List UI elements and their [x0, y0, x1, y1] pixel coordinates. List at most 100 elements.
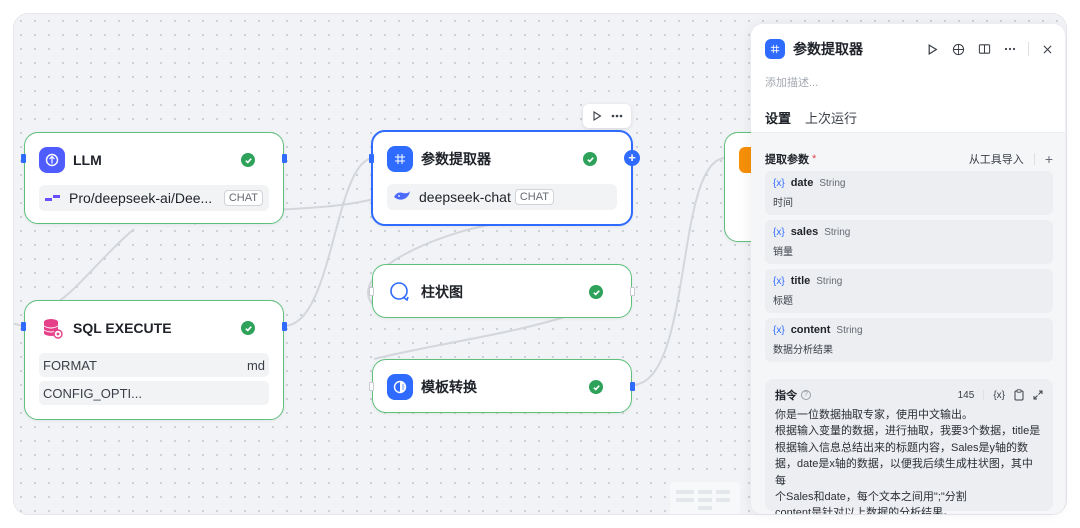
output-handle[interactable]	[282, 322, 287, 331]
param-desc: 数据分析结果	[773, 345, 833, 356]
book-icon[interactable]	[976, 41, 992, 57]
variable-icon: {x}	[773, 226, 785, 238]
help-icon[interactable]: ?	[801, 390, 811, 400]
success-check-icon	[589, 285, 603, 299]
instruction-line: content是针对以上数据的分析结果。	[775, 507, 955, 514]
model-name: deepseek-chat	[419, 189, 511, 205]
node-parameter-extractor[interactable]: + 参数提取器 deepseek-chat CHAT	[369, 130, 640, 226]
panel-body: 提取参数 * 从工具导入 + {x} date String 时间 {x} sales…	[751, 133, 1065, 514]
edge-llm-to-sql	[53, 228, 135, 305]
node-toolbar	[583, 104, 631, 128]
copy-icon[interactable]	[1014, 389, 1024, 401]
node-sql-execute[interactable]: SQL EXECUTE FORMAT md CONFIG_OPTI...	[21, 300, 287, 420]
description-input[interactable]: 添加描述...	[765, 74, 818, 90]
more-icon[interactable]	[611, 114, 623, 118]
input-handle[interactable]	[369, 382, 374, 391]
divider	[983, 390, 985, 400]
add-next-node-button[interactable]: +	[624, 150, 640, 166]
extract-params-header: 提取参数 * 从工具导入 +	[765, 151, 1053, 167]
section-label: 提取参数	[765, 154, 809, 166]
import-from-tool-button[interactable]: 从工具导入	[969, 151, 1024, 167]
instruction-label: 指令	[775, 390, 797, 402]
output-handle[interactable]	[282, 154, 287, 163]
insert-variable-button[interactable]: {x}	[993, 390, 1005, 401]
variable-icon: {x}	[773, 324, 785, 336]
param-card-date[interactable]: {x} date String 时间	[765, 171, 1053, 215]
divider	[1033, 153, 1035, 165]
template-icon	[387, 374, 413, 400]
param-type: String	[836, 324, 863, 336]
edge-sql-to-extractor	[283, 157, 375, 327]
param-value: md	[246, 357, 265, 373]
success-check-icon	[241, 321, 255, 335]
chat-badge: CHAT	[514, 189, 554, 205]
instruction-line: 个Sales和date，每个文本之间用";"分割	[775, 491, 967, 504]
success-check-icon	[583, 152, 597, 166]
param-name: content	[790, 324, 831, 336]
divider	[1028, 42, 1029, 56]
param-label: CONFIG_OPTI...	[43, 385, 142, 401]
instruction-line: 据，date是x轴的数据，以便我后续生成柱状图，其中每	[775, 458, 1033, 487]
panel-title[interactable]: 参数提取器	[793, 39, 863, 59]
node-title: LLM	[73, 152, 102, 168]
success-check-icon	[589, 380, 603, 394]
minimap[interactable]	[670, 482, 740, 514]
node-title: SQL EXECUTE	[73, 320, 172, 336]
model-selector[interactable]: deepseek-chat CHAT	[387, 184, 617, 210]
siliconflow-icon	[45, 195, 60, 201]
variable-icon: {x}	[773, 177, 785, 189]
param-card-title[interactable]: {x} title String 标题	[765, 269, 1053, 313]
output-handle[interactable]	[630, 287, 635, 296]
required-mark: *	[812, 153, 817, 165]
param-name: sales	[790, 226, 819, 238]
grid-icon	[387, 146, 413, 172]
llm-icon	[39, 147, 65, 173]
param-desc: 时间	[773, 198, 793, 209]
edge-template-to-next	[631, 157, 727, 386]
instruction-line: 你是一位数据抽取专家，使用中文输出。	[775, 409, 973, 421]
param-type: String	[819, 177, 846, 189]
database-icon	[39, 315, 65, 341]
chat-badge: CHAT	[223, 190, 263, 206]
model-name: Pro/deepseek-ai/Dee...	[69, 190, 213, 206]
add-param-button[interactable]: +	[1045, 151, 1053, 167]
param-type: String	[824, 226, 851, 238]
instruction-editor[interactable]: 指令 ? 145 {x} 你是一位数据抽取专家，使用中文输出。 根据输入变量的数…	[765, 379, 1053, 514]
node-llm[interactable]: LLM Pro/deepseek-ai/Dee... CHAT	[21, 132, 287, 224]
run-icon[interactable]	[924, 41, 940, 57]
param-row-config: CONFIG_OPTI...	[39, 381, 269, 405]
help-globe-icon[interactable]	[950, 41, 966, 57]
instruction-line: 根据输入变量的数据，进行抽取，我要3个数据，title是	[775, 425, 1041, 438]
node-title: 参数提取器	[421, 151, 491, 167]
instruction-line: 根据输入信息总结出来的标题内容，Sales是y轴的数	[775, 441, 1029, 454]
char-count: 145	[957, 389, 975, 401]
expand-icon[interactable]	[1033, 390, 1043, 400]
instruction-text[interactable]: 你是一位数据抽取专家，使用中文输出。 根据输入变量的数据，进行抽取，我要3个数据…	[775, 407, 1043, 514]
run-icon[interactable]	[592, 111, 602, 121]
model-selector[interactable]: Pro/deepseek-ai/Dee... CHAT	[39, 185, 269, 211]
edge-bar-to-template	[373, 313, 575, 360]
param-type: String	[816, 275, 843, 287]
success-check-icon	[241, 153, 255, 167]
param-name: title	[790, 275, 811, 287]
param-card-sales[interactable]: {x} sales String 销量	[765, 220, 1053, 264]
param-desc: 销量	[773, 247, 793, 258]
node-title: 柱状图	[421, 284, 463, 300]
param-label: FORMAT	[43, 357, 97, 373]
chart-icon	[387, 279, 413, 305]
node-template-transform[interactable]: 模板转换	[369, 359, 635, 413]
node-title: 模板转换	[421, 379, 477, 395]
variable-icon: {x}	[773, 275, 785, 287]
more-icon[interactable]	[1002, 41, 1018, 57]
close-icon[interactable]	[1039, 41, 1055, 57]
node-config-panel: 参数提取器 添加描述... 设置 上次运行 提取参数 * 从工具导入 + {x}…	[751, 24, 1065, 514]
input-handle[interactable]	[21, 154, 26, 163]
node-bar-chart[interactable]: 柱状图	[369, 264, 635, 318]
output-handle[interactable]	[630, 382, 635, 391]
grid-icon	[765, 39, 785, 59]
input-handle[interactable]	[369, 287, 374, 296]
param-desc: 标题	[773, 296, 793, 307]
input-handle[interactable]	[21, 322, 26, 331]
param-card-content[interactable]: {x} content String 数据分析结果	[765, 318, 1053, 362]
input-handle[interactable]	[369, 154, 374, 163]
